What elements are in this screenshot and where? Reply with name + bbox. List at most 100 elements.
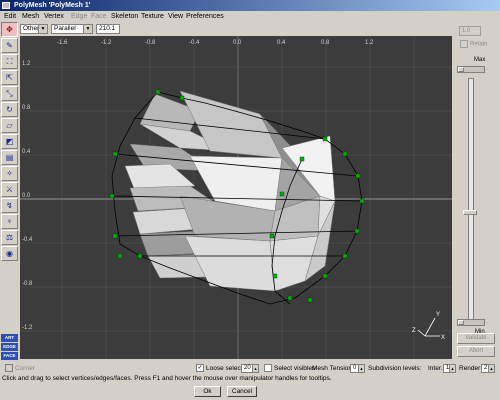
vertex-handle[interactable]	[322, 136, 328, 142]
checkbox-icon	[264, 364, 272, 373]
cancel-button[interactable]: Cancel	[227, 386, 257, 397]
vertex-handle[interactable]	[359, 198, 365, 204]
menu-face[interactable]: Face	[91, 11, 107, 22]
menu-edge[interactable]: Edge	[71, 11, 87, 22]
pen-icon[interactable]: ✎	[1, 38, 18, 53]
bend-icon[interactable]: ↯	[1, 198, 18, 213]
thicken-icon[interactable]: ▤	[1, 150, 18, 165]
min-scrollbar[interactable]	[457, 319, 485, 326]
menu-skeleton[interactable]: Skeleton	[111, 11, 138, 22]
weight-icon[interactable]: ⚖	[1, 230, 18, 245]
bevel-icon[interactable]: ⛶	[1, 54, 18, 69]
inter-spinner[interactable]: 1 ▲	[443, 364, 456, 373]
scroll-thumb[interactable]	[458, 320, 464, 325]
menu-bar: Edit Mesh Vertex Edge Face Skeleton Text…	[0, 11, 500, 22]
select-visibles-label: Select visibles	[274, 365, 316, 372]
view-toolbar: Other ▼ Parallel ▼ 210.1	[0, 22, 500, 36]
rotate-icon[interactable]: ↻	[1, 102, 18, 117]
value-field[interactable]: 1.0	[459, 26, 481, 36]
chevron-down-icon: ▼	[38, 25, 47, 33]
vertex-handle[interactable]	[279, 191, 285, 197]
status-text: Click and drag to select vertices/edges/…	[2, 375, 332, 382]
view-select[interactable]: Other ▼	[20, 24, 48, 34]
viewport-canvas[interactable]: -1.6 -1.2 -0.8 -0.4 0.0 0.4 0.8 1.2 1.2 0.8 0.4 0.0…	[20, 36, 452, 359]
corner-checkbox[interactable]: Corner	[5, 364, 35, 373]
vertex-handle[interactable]	[354, 228, 360, 234]
retain-checkbox[interactable]: Retain	[460, 40, 487, 48]
scale-icon[interactable]: ⤡	[1, 86, 18, 101]
extrude-icon[interactable]: ⇱	[1, 70, 18, 85]
render-spinner[interactable]: 2 ▲	[481, 364, 495, 373]
render-value: 2	[484, 365, 488, 371]
x-tick-label: 0.4	[277, 40, 286, 46]
vertex-handle[interactable]	[355, 173, 361, 179]
spinner-arrows-icon: ▲	[252, 365, 258, 372]
y-tick-label: 1.2	[22, 61, 31, 67]
knife-icon[interactable]: ⚔	[1, 182, 18, 197]
mesh-face	[184, 235, 276, 292]
vertex-handle[interactable]	[117, 253, 123, 259]
vertex-handle[interactable]	[112, 233, 118, 239]
retain-label: Retain	[470, 41, 488, 48]
vertex-handle[interactable]	[299, 156, 305, 162]
mesh-tension-spinner[interactable]: 0 ▲	[350, 364, 365, 373]
loose-select-checkbox[interactable]: ✓ Loose select	[196, 364, 243, 373]
move-icon[interactable]: ✥	[1, 22, 18, 37]
vertex-handle[interactable]	[322, 273, 328, 279]
menu-mesh[interactable]: Mesh	[22, 11, 39, 22]
y-tick-label: 0.4	[22, 149, 31, 155]
x-tick-label: -1.6	[57, 40, 68, 46]
skew-icon[interactable]: ▱	[1, 118, 18, 133]
menu-texture[interactable]: Texture	[141, 11, 164, 22]
taper-icon[interactable]: ◩	[1, 134, 18, 149]
x-tick-label: 1.2	[365, 40, 374, 46]
vertex-handle[interactable]	[342, 151, 348, 157]
vertex-handle[interactable]	[179, 95, 185, 101]
tool-palette: ✥ ✎ ⛶ ⇱ ⤡ ↻ ▱ ◩ ▤ ✧ ⚔ ↯ ♆ ⚖ ◉ ART EDGE F…	[0, 22, 20, 362]
x-tick-label: -0.4	[189, 40, 200, 46]
menu-vertex[interactable]: Vertex	[44, 11, 64, 22]
vertex-handle[interactable]	[137, 253, 143, 259]
x-tick-label: -0.8	[145, 40, 156, 46]
select-visibles-checkbox[interactable]: Select visibles	[264, 364, 315, 373]
value-slider-track[interactable]	[468, 78, 474, 326]
camera-icon[interactable]: ◉	[1, 246, 18, 261]
app-icon	[2, 2, 10, 9]
vertex-handle[interactable]	[272, 273, 278, 279]
loose-select-spinner[interactable]: 20 ▲	[241, 364, 259, 373]
menu-preferences[interactable]: Preferences	[186, 11, 224, 22]
scale-input[interactable]: 210.1	[96, 24, 120, 34]
ok-button[interactable]: Ok	[194, 386, 221, 397]
axis-label-x: X	[441, 335, 445, 341]
vertex-handle[interactable]	[109, 193, 115, 199]
skeleton-icon[interactable]: ♆	[1, 214, 18, 229]
validate-button[interactable]: Validate	[457, 333, 495, 344]
vertex-handle[interactable]	[342, 253, 348, 259]
render-label: Render	[459, 365, 481, 372]
vertex-handle[interactable]	[112, 151, 118, 157]
edge-mode-icon[interactable]: EDGE	[1, 343, 18, 351]
menu-edit[interactable]: Edit	[4, 11, 16, 22]
face-mode-icon[interactable]: FACE	[1, 352, 18, 360]
loose-select-label: Loose select	[206, 365, 243, 372]
vertex-handle[interactable]	[155, 89, 161, 95]
polymesh[interactable]	[124, 90, 336, 292]
mesh-viewport[interactable]: -1.6 -1.2 -0.8 -0.4 0.0 0.4 0.8 1.2 1.2 0.8 0.4 0.0…	[20, 36, 452, 359]
max-scrollbar[interactable]	[457, 66, 485, 73]
pinch-icon[interactable]: ✧	[1, 166, 18, 181]
abort-button[interactable]: Abort	[457, 346, 495, 357]
value-slider-thumb[interactable]	[463, 209, 477, 215]
y-tick-label: -0.4	[22, 237, 33, 243]
spinner-arrows-icon: ▲	[488, 365, 494, 372]
mesh-tension-label: Mesh Tension:	[312, 365, 354, 372]
loose-select-value: 20	[244, 365, 251, 371]
menu-view[interactable]: View	[168, 11, 183, 22]
mesh-tension-value: 0	[353, 365, 357, 371]
scroll-thumb[interactable]	[458, 67, 464, 72]
art-mode-icon[interactable]: ART	[1, 334, 18, 342]
projection-select[interactable]: Parallel ▼	[51, 24, 93, 34]
vertex-handle[interactable]	[307, 297, 313, 303]
vertex-handle[interactable]	[269, 233, 275, 239]
inter-label: Inter.	[428, 365, 443, 372]
vertex-handle[interactable]	[287, 295, 293, 301]
